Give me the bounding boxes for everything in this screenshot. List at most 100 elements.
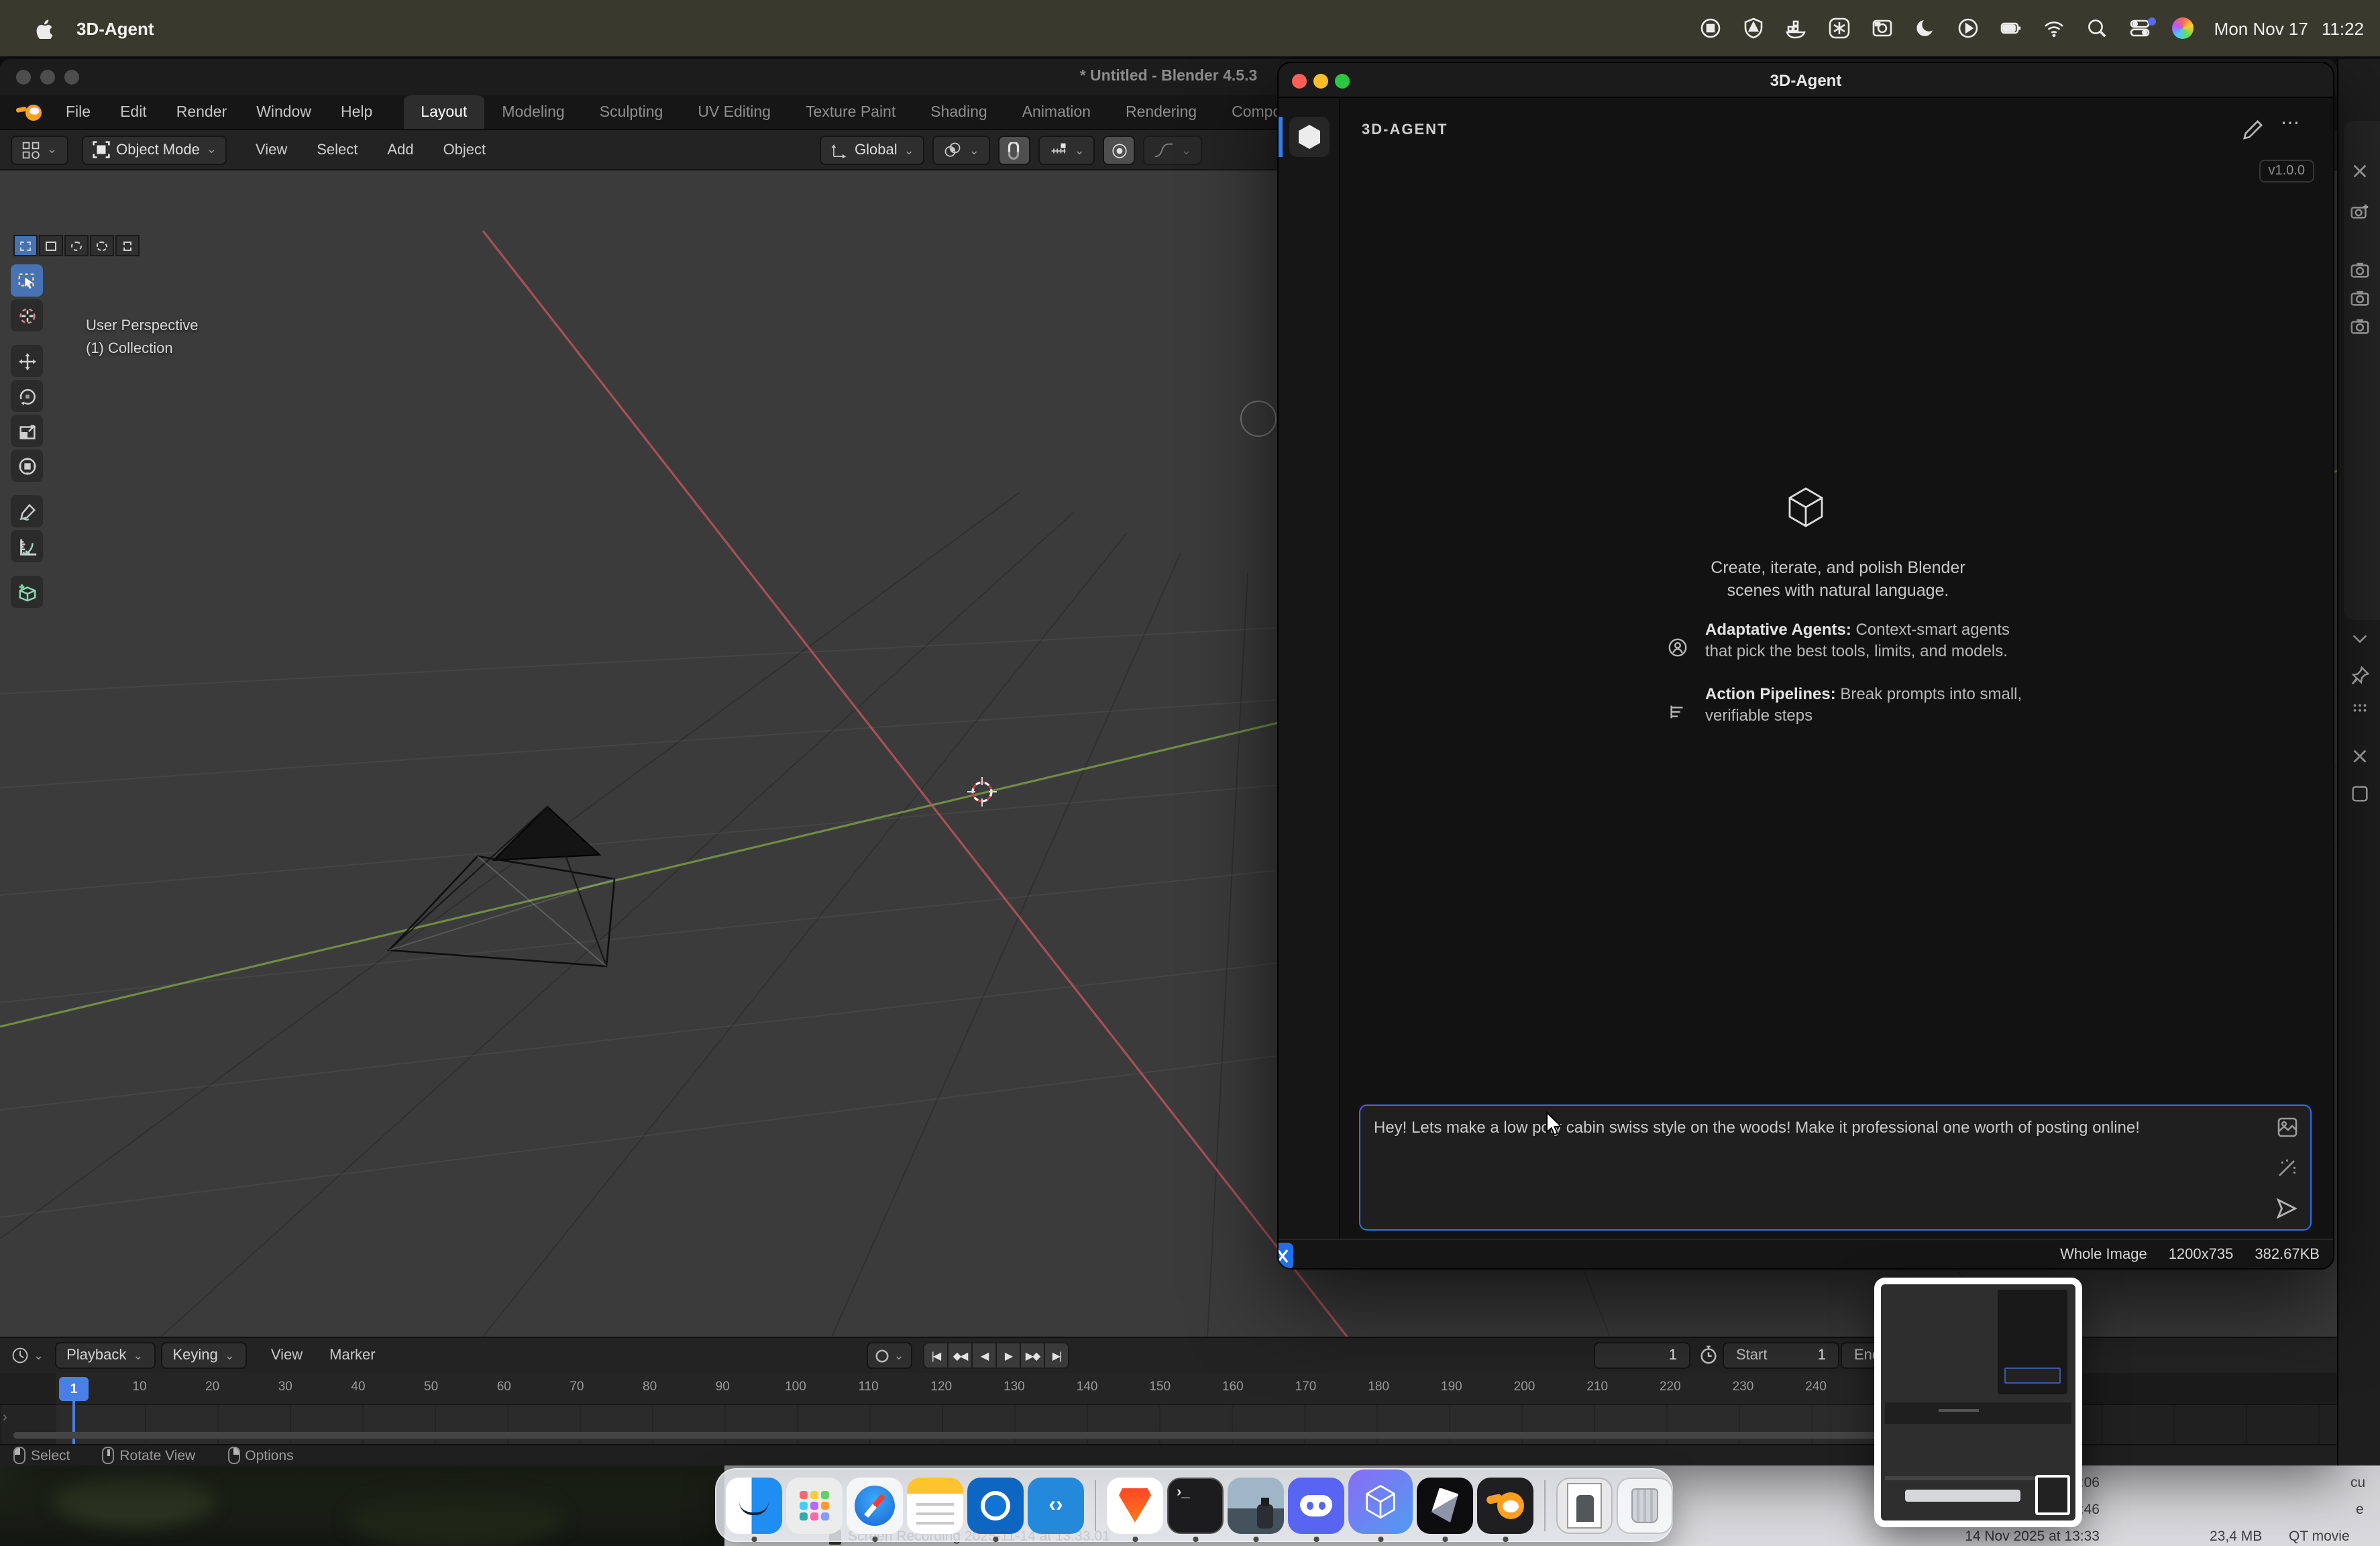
dock-icon-trash[interactable] (1617, 1477, 1673, 1533)
timeline-marker-menu[interactable]: Marker (316, 1347, 388, 1363)
dock-icon-3d-agent[interactable] (1348, 1469, 1413, 1533)
move-tool-button[interactable] (11, 345, 43, 377)
snowflake-icon[interactable] (1828, 17, 1851, 40)
select-box-tool-button[interactable] (11, 264, 43, 297)
dock-icon-vscode[interactable]: ‹› (1028, 1477, 1084, 1533)
keying-dropdown[interactable]: Keying ⌄ (160, 1342, 246, 1369)
select-lasso-mode-button[interactable] (90, 235, 114, 256)
tab-rendering[interactable]: Rendering (1108, 95, 1214, 129)
playback-dropdown[interactable]: Playback ⌄ (54, 1342, 155, 1369)
do-not-disturb-icon[interactable] (1914, 17, 1937, 40)
next-keyframe-button[interactable]: ▶◆ (1020, 1342, 1045, 1369)
tab-modeling[interactable]: Modeling (484, 95, 582, 129)
timeline-editor-type-button[interactable]: ⌄ (11, 1346, 44, 1365)
proportional-editing-toggle[interactable] (1103, 136, 1136, 165)
zoom-button[interactable] (1335, 74, 1350, 89)
current-frame-field[interactable]: 1 (1594, 1342, 1690, 1369)
start-frame-field[interactable]: Start 1 (1723, 1342, 1839, 1369)
play-circle-icon[interactable] (1957, 17, 1980, 40)
tab-shading[interactable]: Shading (913, 95, 1004, 129)
play-button[interactable]: ▶ (995, 1342, 1021, 1369)
wifi-icon[interactable] (2043, 17, 2065, 40)
close-icon[interactable] (2349, 746, 2369, 766)
tab-sculpting[interactable]: Sculpting (582, 95, 681, 129)
new-chat-pencil-icon[interactable] (2243, 119, 2263, 140)
blender-logo-icon[interactable] (16, 103, 43, 121)
timeline-view-menu[interactable]: View (258, 1347, 316, 1363)
prompt-input[interactable]: Hey! Lets make a low poly cabin swiss st… (1359, 1104, 2312, 1231)
menu-file[interactable]: File (51, 95, 105, 129)
dock-icon-finder[interactable] (726, 1477, 782, 1533)
grip-dots-icon[interactable] (2349, 698, 2369, 718)
minimize-button[interactable] (40, 70, 55, 85)
record-stop-icon[interactable] (1699, 17, 1722, 40)
viewport-menu-add[interactable]: Add (372, 142, 428, 158)
add-cube-tool-button[interactable] (11, 576, 43, 608)
dock-icon-outlook[interactable] (967, 1477, 1024, 1533)
menu-bar-clock[interactable]: Mon Nov 17 11:22 (2214, 18, 2364, 38)
tab-texture-paint[interactable]: Texture Paint (788, 95, 913, 129)
close-button[interactable] (1292, 74, 1307, 89)
active-app-name[interactable]: 3D-Agent (76, 18, 154, 38)
screen-recording-preview[interactable] (1874, 1278, 2082, 1527)
tab-animation[interactable]: Animation (1005, 95, 1108, 129)
dock-icon-notes[interactable] (907, 1477, 963, 1533)
snip-capture-button[interactable] (1277, 1243, 1293, 1270)
chevron-down-icon[interactable] (2349, 628, 2369, 648)
tweak-mode-button[interactable] (13, 235, 38, 256)
enhance-wand-icon[interactable] (2277, 1157, 2298, 1178)
dock-icon-obsidian[interactable] (1417, 1477, 1473, 1533)
close-icon[interactable] (2349, 161, 2369, 181)
dock-icon-brave[interactable] (1107, 1477, 1163, 1533)
tab-layout[interactable]: Layout (403, 95, 484, 129)
measure-tool-button[interactable] (11, 530, 43, 562)
camera-icon[interactable] (2349, 260, 2369, 280)
close-button[interactable] (16, 70, 31, 85)
shield-icon[interactable] (1742, 17, 1765, 40)
viewport-menu-view[interactable]: View (241, 142, 302, 158)
camera-add-icon[interactable] (2349, 201, 2369, 221)
play-reverse-button[interactable]: ◀ (971, 1342, 997, 1369)
control-center-icon[interactable] (2128, 17, 2151, 40)
orientation-dropdown[interactable]: Global ⌄ (820, 136, 925, 165)
annotate-tool-button[interactable] (11, 495, 43, 527)
scale-tool-button[interactable] (11, 415, 43, 447)
select-box-mode-button[interactable] (39, 235, 63, 256)
stopwatch-icon[interactable] (1698, 1345, 1719, 1365)
viewport-menu-select[interactable]: Select (302, 142, 372, 158)
docker-icon[interactable] (1785, 17, 1808, 40)
dock-icon-blender[interactable] (1477, 1477, 1533, 1533)
snap-toggle[interactable] (998, 136, 1030, 165)
transform-tool-button[interactable] (11, 450, 43, 482)
apple-menu-icon[interactable] (32, 17, 55, 40)
mode-dropdown[interactable]: Object Mode ⌄ (81, 135, 227, 164)
minimize-button[interactable] (1313, 74, 1328, 89)
snap-settings-dropdown[interactable]: ⌄ (1038, 136, 1095, 165)
attach-image-icon[interactable] (2277, 1117, 2298, 1138)
color-wheel-icon[interactable] (2171, 17, 2194, 40)
dock-icon-screenshot-tool[interactable] (1228, 1477, 1284, 1533)
cursor-tool-button[interactable] (11, 299, 43, 331)
spotlight-search-icon[interactable] (2086, 17, 2108, 40)
menu-render[interactable]: Render (162, 95, 241, 129)
dock-icon-launchpad[interactable] (786, 1477, 843, 1533)
camera-icon[interactable] (2349, 289, 2369, 309)
capture-icon[interactable] (1871, 17, 1894, 40)
jump-start-button[interactable]: |◀ (923, 1342, 949, 1369)
send-icon[interactable] (2275, 1197, 2298, 1220)
dock-icon-terminal[interactable]: ›_ (1167, 1477, 1224, 1533)
viewport-menu-object[interactable]: Object (429, 142, 501, 158)
prev-keyframe-button[interactable]: ◆◀ (947, 1342, 973, 1369)
dock-icon-discord[interactable] (1288, 1477, 1344, 1533)
dock-icon-safari[interactable] (847, 1477, 903, 1533)
more-options-icon[interactable]: ⋯ (2281, 111, 2301, 134)
pin-icon[interactable] (2349, 666, 2369, 686)
rotate-tool-button[interactable] (11, 380, 43, 412)
agent-title-bar[interactable]: 3D-Agent (1279, 63, 2333, 98)
menu-window[interactable]: Window (241, 95, 326, 129)
dock-icon-document-preview[interactable] (1556, 1477, 1613, 1533)
agent-cube-tab[interactable] (1289, 117, 1330, 157)
falloff-dropdown[interactable]: ⌄ (1144, 136, 1202, 165)
panel-tile-icon[interactable] (2349, 784, 2369, 804)
zoom-button[interactable] (64, 70, 79, 85)
